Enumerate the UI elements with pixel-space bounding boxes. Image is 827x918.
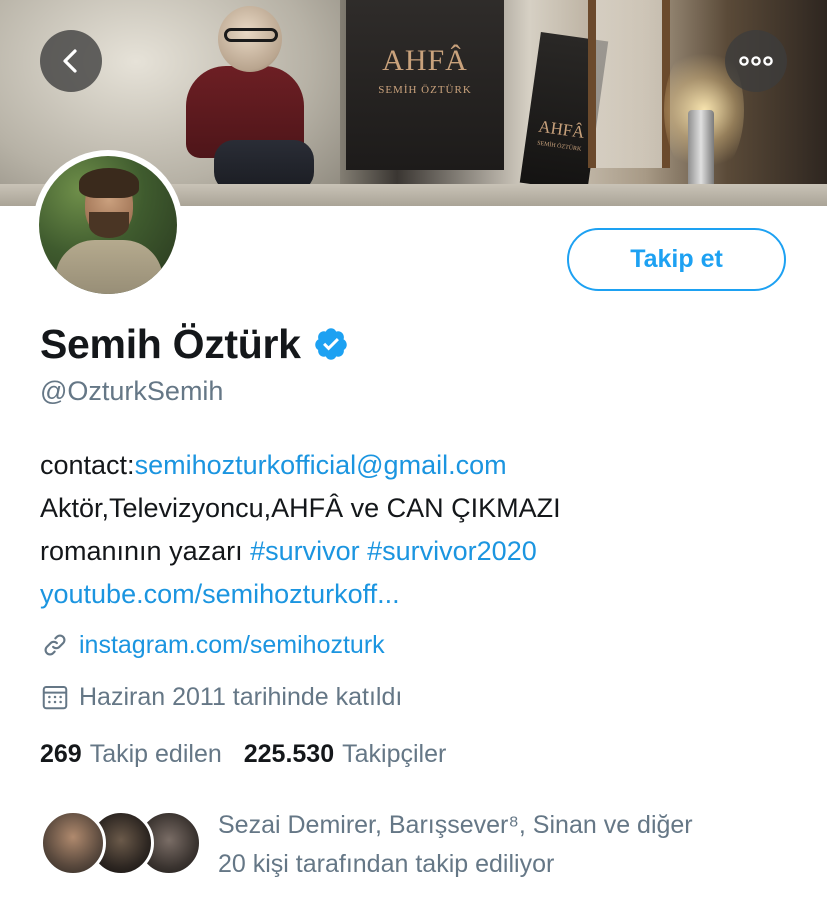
back-button[interactable] <box>40 30 102 92</box>
followers-label: Takipçiler <box>342 740 447 768</box>
followed-by-text: Sezai Demirer, Barışsever⁸, Sinan ve diğ… <box>218 806 778 884</box>
avatar-photo <box>39 156 177 294</box>
avatar-hair <box>79 168 139 198</box>
follower-avatar <box>40 810 106 876</box>
joined-row: Haziran 2011 tarihinde katıldı <box>40 682 402 712</box>
avatar-beard <box>89 212 129 238</box>
banner-hourglass <box>588 0 670 168</box>
avatar-shirt <box>55 240 163 294</box>
profile-avatar[interactable] <box>33 150 183 300</box>
bio-line-3: romanının yazarı #survivor #survivor2020 <box>40 530 800 573</box>
banner-figurine-glasses <box>224 28 278 42</box>
name-row: Semih Öztürk <box>40 318 349 370</box>
banner-candle <box>688 110 714 188</box>
bio-line-2: Aktör,Televizyoncu,AHFÂ ve CAN ÇIKMAZI <box>40 493 561 523</box>
following-stat[interactable]: 269 Takip edilen <box>40 740 222 769</box>
website-link[interactable]: instagram.com/semihozturk <box>79 631 385 660</box>
display-name: Semih Öztürk <box>40 320 301 367</box>
joined-date-text: Haziran 2011 tarihinde katıldı <box>79 682 403 711</box>
banner-book-title: AHFÂ <box>382 44 468 77</box>
followed-by-line-2: 20 kişi tarafından takip ediliyor <box>218 850 555 878</box>
followers-count: 225.530 <box>243 740 335 768</box>
banner-book-large: AHFÂ SEMİH ÖZTÜRK <box>346 0 504 170</box>
calendar-icon <box>40 682 70 712</box>
following-count: 269 <box>40 740 82 768</box>
followed-by-avatars <box>40 806 202 876</box>
bio-line-contact: contact:semihozturkofficial@gmail.com <box>40 444 800 487</box>
user-handle: @OzturkSemih <box>40 376 224 406</box>
bio-youtube-link[interactable]: youtube.com/semihozturkoff... <box>40 579 400 609</box>
hashtag-link-survivor2020[interactable]: #survivor2020 <box>367 536 537 566</box>
website-row: instagram.com/semihozturk <box>40 630 385 660</box>
bio-contact-prefix: contact: <box>40 450 135 480</box>
banner-book-author: SEMİH ÖZTÜRK <box>378 84 472 96</box>
chevron-left-icon <box>63 49 77 73</box>
ellipsis-icon <box>739 56 773 66</box>
followed-by-line-1: Sezai Demirer, Barışsever⁸, Sinan ve diğ… <box>218 811 693 839</box>
following-label: Takip edilen <box>89 740 222 768</box>
bio-email-link[interactable]: semihozturkofficial@gmail.com <box>135 450 507 480</box>
profile-bio: contact:semihozturkofficial@gmail.com Ak… <box>40 444 800 616</box>
bio-line-3-text: romanının yazarı <box>40 536 251 566</box>
hashtag-link-survivor[interactable]: #survivor <box>250 536 360 566</box>
more-options-button[interactable] <box>725 30 787 92</box>
followers-stat[interactable]: 225.530 Takipçiler <box>244 740 447 769</box>
followed-by-row[interactable]: Sezai Demirer, Barışsever⁸, Sinan ve diğ… <box>40 806 693 878</box>
verified-badge-icon <box>314 328 347 360</box>
bio-line-4: youtube.com/semihozturkoff... <box>40 573 800 616</box>
link-icon <box>40 630 70 660</box>
follow-button[interactable]: Takip et <box>567 228 786 291</box>
follow-stats: 269 Takip edilen 225.530 Takipçiler <box>40 740 446 769</box>
